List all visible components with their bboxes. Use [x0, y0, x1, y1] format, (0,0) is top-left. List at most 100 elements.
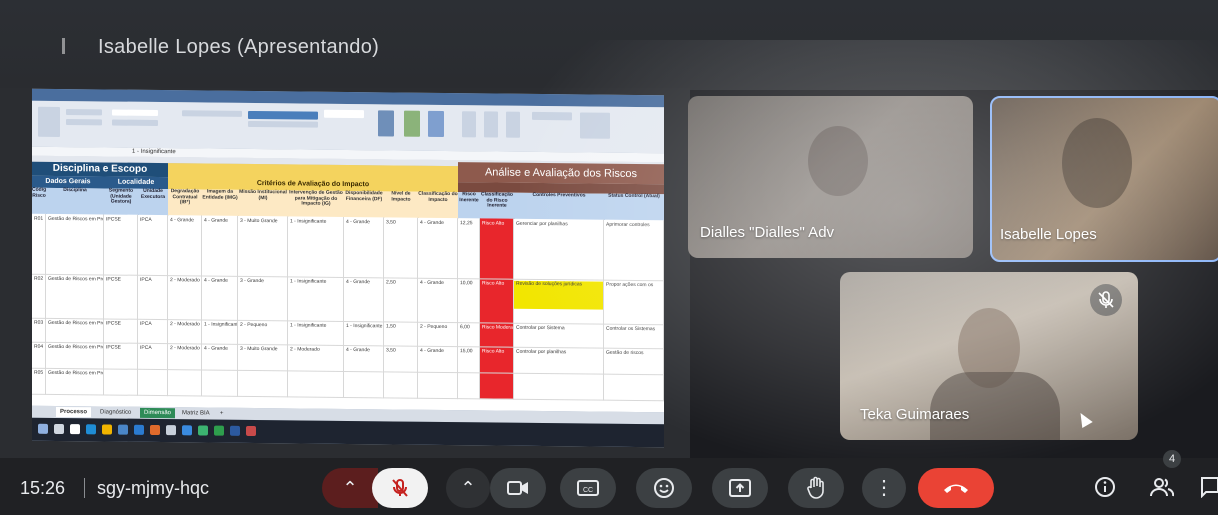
table-cell[interactable]: 4 - Grande	[344, 276, 384, 323]
mic-options-button[interactable]: ⌃	[322, 468, 378, 508]
table-cell[interactable]: Risco Alto	[480, 278, 514, 324]
table-cell[interactable]: 1 - Insignificante	[288, 216, 344, 278]
table-cell[interactable]: 10,00	[458, 278, 480, 324]
table-cell[interactable]: Risco Alto	[480, 218, 514, 280]
captions-button[interactable]: CC	[560, 468, 616, 508]
table-cell[interactable]: R05	[32, 367, 46, 395]
people-button[interactable]	[1150, 476, 1174, 498]
table-cell[interactable]: Gerenciar por planilhas	[514, 218, 604, 281]
table-cell[interactable]	[138, 368, 168, 397]
tab-processo[interactable]: Processo	[56, 406, 92, 418]
present-button[interactable]	[712, 468, 768, 508]
table-cell[interactable]: 2 - Pequeno	[418, 321, 458, 348]
participant-tile-dialles[interactable]: Dialles "Dialles" Adv	[688, 96, 973, 258]
table-cell[interactable]: Risco Alto	[480, 346, 514, 374]
table-cell[interactable]: Controlar por planilhas	[514, 346, 604, 375]
table-cell[interactable]: 1 - Insignificante	[202, 319, 238, 345]
table-cell[interactable]: IPCA	[138, 318, 168, 345]
table-cell[interactable]: IPCSE	[104, 318, 138, 344]
table-cell[interactable]	[480, 372, 514, 400]
table-cell[interactable]: Gestão de Riscos em Processos	[46, 341, 104, 370]
table-cell[interactable]: 3 - Grande	[238, 275, 288, 322]
table-cell[interactable]	[202, 369, 238, 397]
table-cell[interactable]: 1 - Insignificante	[288, 320, 344, 346]
table-cell[interactable]: Controlar por Sistema	[514, 322, 604, 349]
table-cell[interactable]: Gestão de Riscos em Processos	[46, 367, 104, 396]
table-cell[interactable]: 2,50	[384, 277, 418, 323]
table-cell[interactable]: IPCA	[138, 342, 168, 371]
table-cell[interactable]: 1,50	[384, 321, 418, 347]
table-cell[interactable]: 3,50	[384, 217, 418, 279]
raise-hand-button[interactable]	[788, 468, 844, 508]
table-cell[interactable]: 2 - Moderado	[168, 319, 202, 345]
tab-dimensao[interactable]: Dimensão	[140, 407, 176, 419]
windows-start-icon[interactable]	[38, 423, 48, 434]
participant-tile-isabelle[interactable]: Isabelle Lopes	[990, 96, 1218, 262]
leave-call-button[interactable]	[918, 468, 994, 508]
chat-button[interactable]	[1200, 476, 1218, 498]
table-cell[interactable]: 4 - Grande	[344, 216, 384, 279]
reactions-button[interactable]	[636, 468, 692, 508]
excel-icon[interactable]	[214, 425, 224, 436]
table-cell[interactable]	[604, 373, 664, 402]
camera-button[interactable]	[490, 468, 546, 508]
store-icon[interactable]	[118, 424, 128, 435]
explorer-icon[interactable]	[102, 424, 112, 435]
table-cell[interactable]: Controlar os Sistemas	[604, 323, 664, 350]
camera-options-button[interactable]: ⌃	[446, 468, 490, 508]
tab-add[interactable]: +	[216, 409, 228, 419]
task-view-icon[interactable]	[70, 424, 80, 435]
table-cell[interactable]: 1 - Insignificante	[344, 320, 384, 347]
table-cell[interactable]: Risco Moderado	[480, 322, 514, 348]
word-icon[interactable]	[230, 425, 240, 436]
table-cell[interactable]	[384, 371, 418, 399]
search-icon[interactable]	[54, 423, 64, 435]
edge-icon[interactable]	[86, 424, 96, 435]
table-cell[interactable]	[514, 372, 604, 401]
table-cell[interactable]: 12,25	[458, 218, 480, 280]
app-icon[interactable]	[150, 424, 160, 436]
app-icon[interactable]	[166, 425, 176, 436]
table-cell[interactable]: Gestão de Riscos em Processos	[46, 213, 104, 276]
table-cell[interactable]: Aprimorar controles	[604, 219, 664, 282]
table-cell[interactable]: 3,50	[384, 345, 418, 373]
table-cell[interactable]: Gestão de Riscos em Processos	[46, 317, 104, 344]
table-cell[interactable]: 2 - Moderado	[168, 275, 202, 321]
table-cell[interactable]: 6,00	[458, 322, 480, 348]
more-options-button[interactable]: ⋮	[862, 468, 906, 508]
table-cell[interactable]: 3 - Muito Grande	[238, 343, 288, 372]
table-cell[interactable]: R04	[32, 341, 46, 369]
teams-icon[interactable]	[198, 425, 208, 436]
mic-button[interactable]	[372, 468, 428, 508]
table-cell[interactable]	[344, 370, 384, 399]
table-cell[interactable]: 2 - Moderado	[168, 343, 202, 371]
table-cell[interactable]: 4 - Grande	[202, 215, 238, 277]
table-cell[interactable]: 2 - Moderado	[288, 344, 344, 372]
table-cell[interactable]: IPCSE	[104, 342, 138, 370]
table-cell[interactable]: 2 - Pequeno	[238, 319, 288, 346]
table-cell[interactable]	[418, 371, 458, 400]
table-cell[interactable]: 4 - Grande	[418, 345, 458, 374]
tab-matriz-bia[interactable]: Matriz BIA	[178, 408, 214, 418]
table-cell[interactable]: 4 - Grande	[344, 344, 384, 373]
table-cell[interactable]	[104, 368, 138, 396]
table-cell[interactable]	[288, 370, 344, 398]
table-cell[interactable]: IPCSE	[104, 274, 138, 320]
table-cell[interactable]: 4 - Grande	[418, 217, 458, 280]
table-cell[interactable]: R01	[32, 213, 46, 275]
table-cell[interactable]: 4 - Grande	[168, 215, 202, 277]
chrome-icon[interactable]	[182, 425, 192, 436]
table-cell[interactable]: IPCSE	[104, 214, 138, 276]
table-cell[interactable]: R03	[32, 317, 46, 343]
tab-diagnostico[interactable]: Diagnóstico	[96, 407, 135, 417]
mail-icon[interactable]	[134, 424, 144, 435]
table-cell[interactable]: Gestão de riscos	[604, 347, 664, 376]
table-cell[interactable]: Propor ações com os	[604, 279, 664, 326]
table-cell[interactable]	[168, 369, 202, 397]
table-cell[interactable]: 4 - Grande	[418, 277, 458, 324]
table-cell[interactable]: 15,00	[458, 346, 480, 374]
participant-tile-teka[interactable]: Teka Guimaraes	[840, 272, 1138, 440]
table-cell[interactable]: 3 - Muito Grande	[238, 215, 288, 278]
table-cell[interactable]: Gestão de Riscos em Processos	[46, 273, 104, 320]
table-cell[interactable]: R02	[32, 273, 46, 319]
